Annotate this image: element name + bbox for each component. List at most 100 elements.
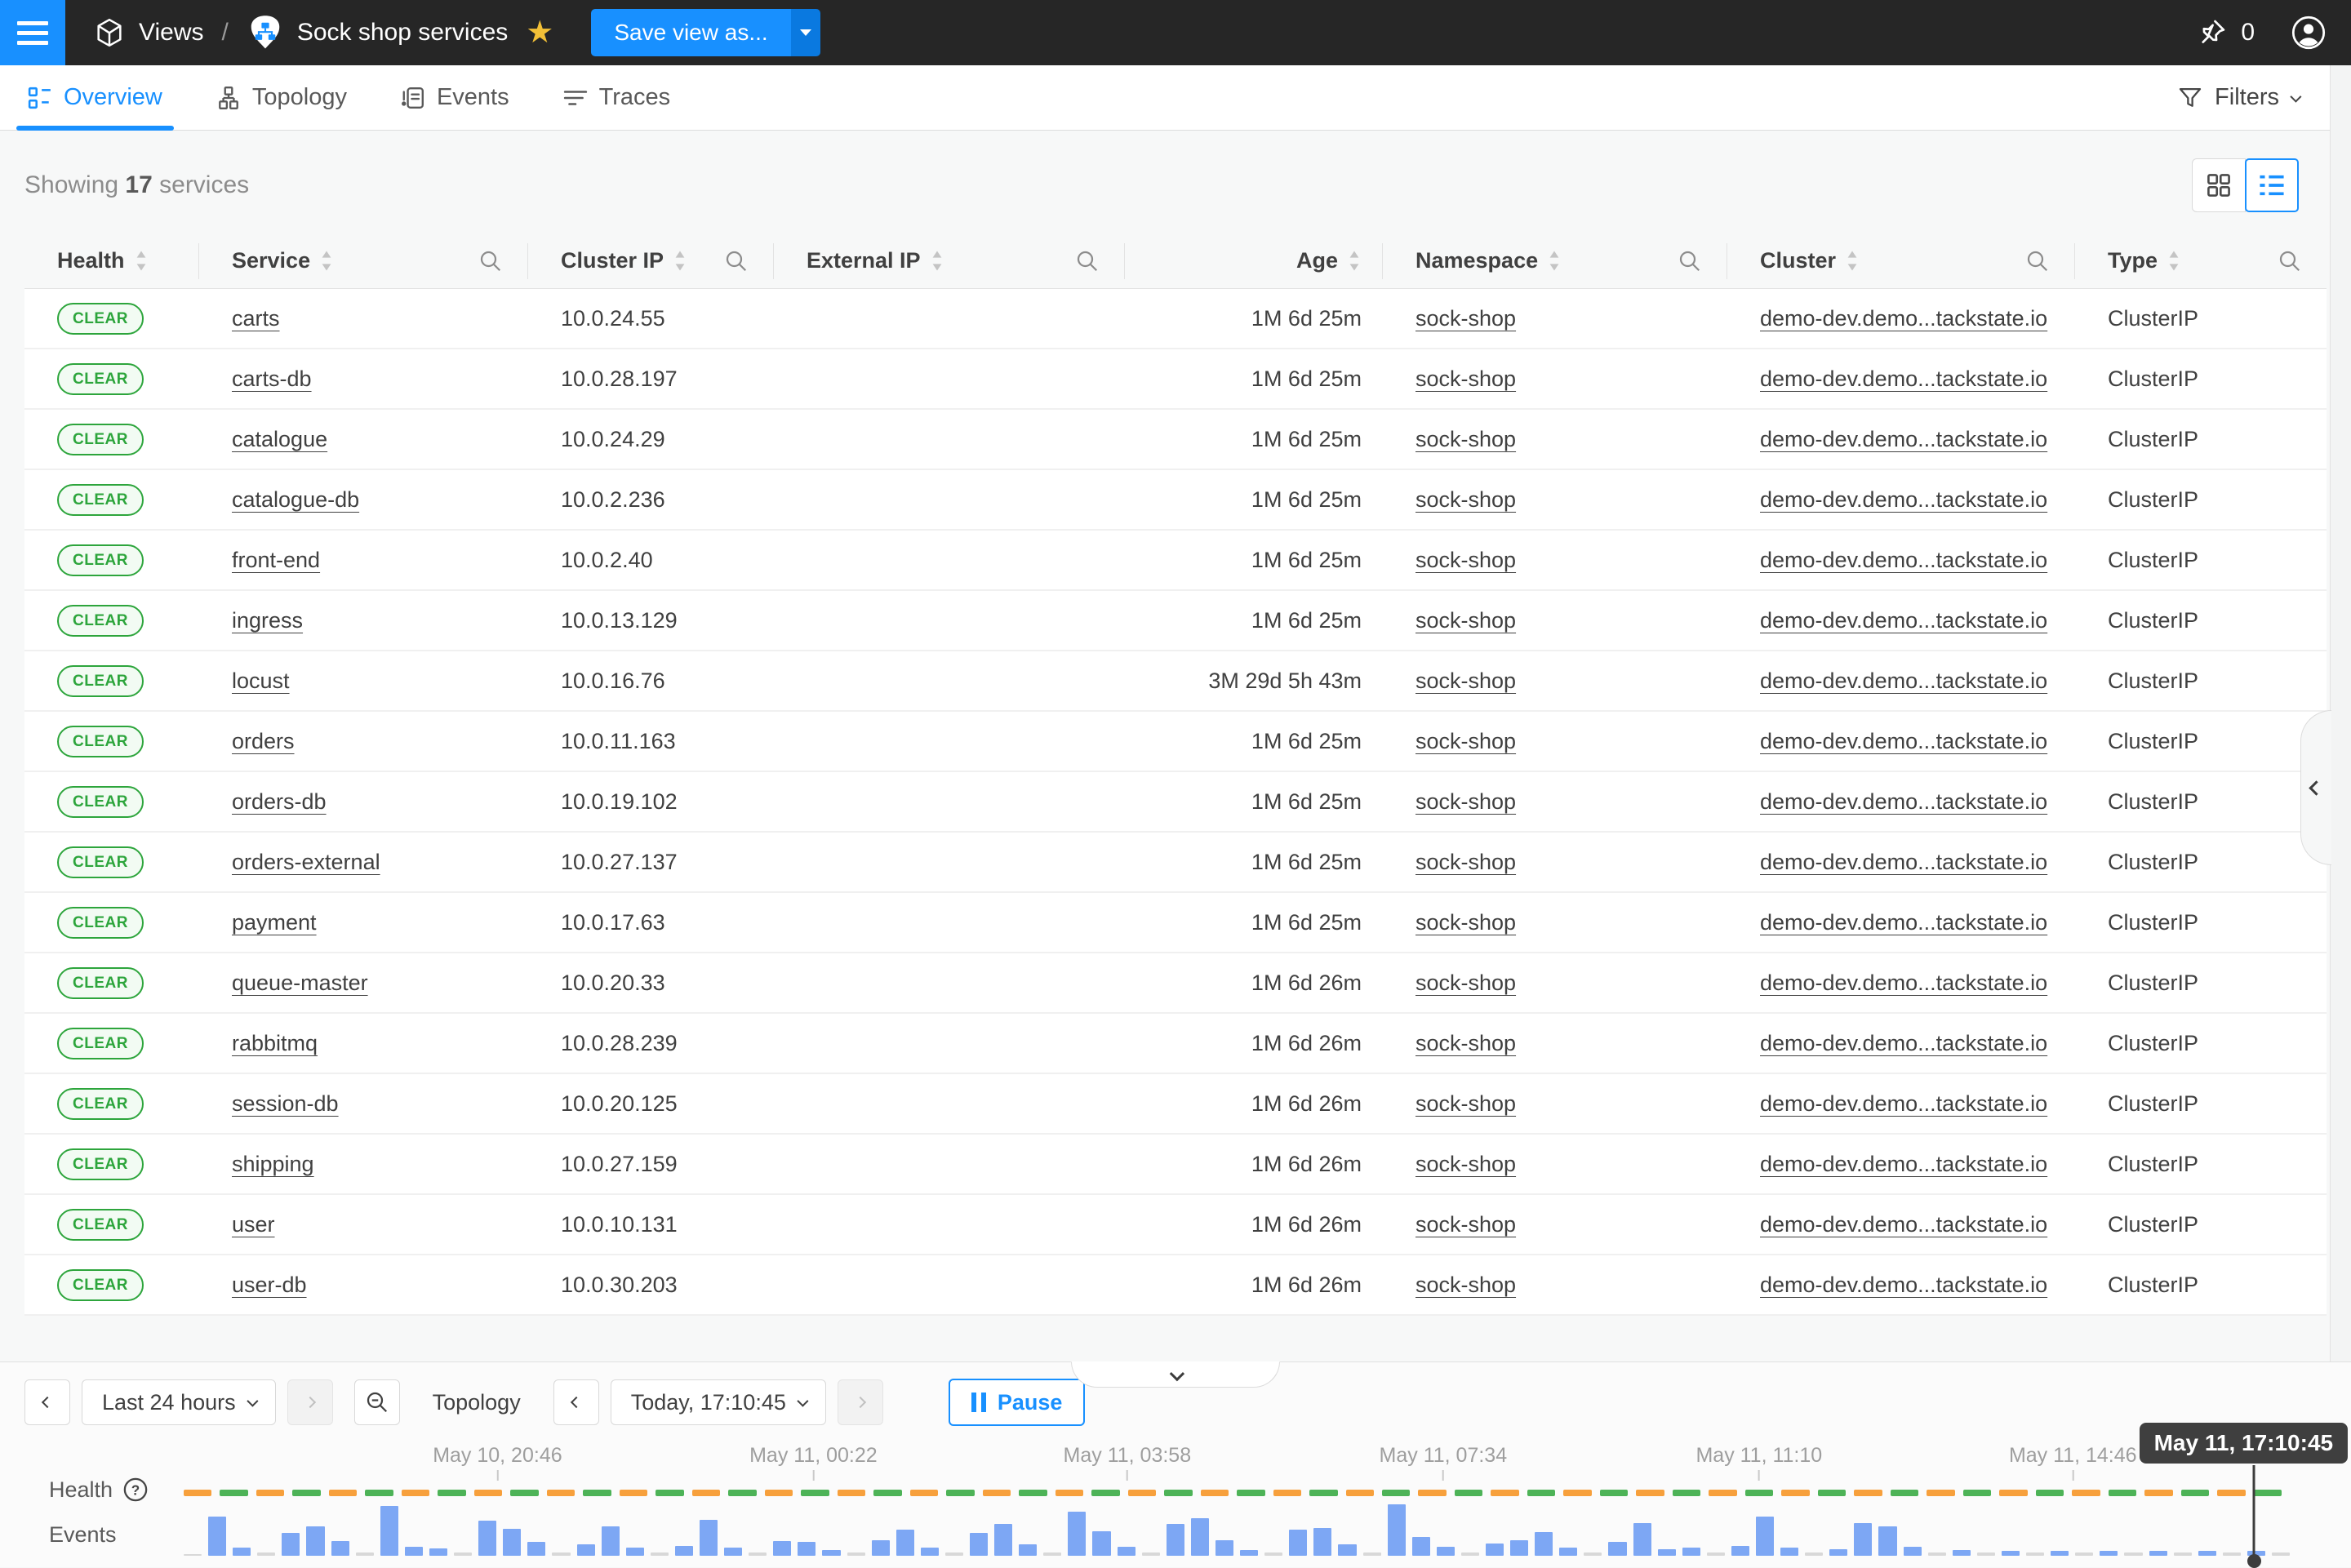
sort-icon[interactable] [664,250,687,272]
cell-namespace-link[interactable]: sock-shop [1415,608,1516,633]
cell-namespace-link[interactable]: sock-shop [1415,1212,1516,1237]
cell-cluster-link[interactable]: demo-dev.demo...tackstate.io [1760,910,2047,935]
cell-namespace-link[interactable]: sock-shop [1415,1031,1516,1055]
cell-service-link[interactable]: session-db [232,1091,339,1116]
sort-icon[interactable] [921,250,944,272]
right-panel-expand-handle[interactable] [2300,710,2331,865]
time-next-button[interactable] [838,1379,883,1425]
cell-cluster-link[interactable]: demo-dev.demo...tackstate.io [1760,427,2047,451]
current-time-dropdown[interactable]: Today, 17:10:45 [611,1379,826,1425]
cell-service-link[interactable]: orders-db [232,789,327,814]
cell-namespace-link[interactable]: sock-shop [1415,306,1516,331]
cell-cluster-link[interactable]: demo-dev.demo...tackstate.io [1760,1031,2047,1055]
cell-cluster-link[interactable]: demo-dev.demo...tackstate.io [1760,789,2047,814]
cell-service-link[interactable]: orders [232,729,295,753]
column-header-type[interactable]: Type [2075,243,2327,279]
cell-service-link[interactable]: payment [232,910,317,935]
tab-topology[interactable]: Topology [213,65,350,131]
column-header-external_ip[interactable]: External IP [774,243,1125,279]
column-header-service[interactable]: Service [199,243,528,279]
cell-cluster-link[interactable]: demo-dev.demo...tackstate.io [1760,366,2047,391]
cell-namespace-link[interactable]: sock-shop [1415,1273,1516,1297]
filters-button[interactable]: Filters [2177,84,2299,111]
search-icon[interactable] [2025,249,2050,273]
cell-cluster-link[interactable]: demo-dev.demo...tackstate.io [1760,608,2047,633]
cell-service-link[interactable]: ingress [232,608,303,633]
cell-service-link[interactable]: rabbitmq [232,1031,318,1055]
range-previous-button[interactable] [24,1379,70,1425]
cell-service-link[interactable]: carts-db [232,366,312,391]
user-avatar-icon[interactable] [2291,15,2327,51]
sort-icon[interactable] [1338,250,1361,272]
cell-namespace-link[interactable]: sock-shop [1415,487,1516,512]
sort-icon[interactable] [1836,250,1859,272]
column-header-cluster_ip[interactable]: Cluster IP [528,243,774,279]
cell-cluster-link[interactable]: demo-dev.demo...tackstate.io [1760,669,2047,693]
time-range-dropdown[interactable]: Last 24 hours [82,1379,276,1425]
sort-icon[interactable] [125,250,148,272]
cell-namespace-link[interactable]: sock-shop [1415,850,1516,874]
sort-icon[interactable] [310,250,333,272]
cell-namespace-link[interactable]: sock-shop [1415,1091,1516,1116]
cell-namespace-link[interactable]: sock-shop [1415,1152,1516,1176]
cell-namespace-link[interactable]: sock-shop [1415,366,1516,391]
table-expand-handle[interactable] [1071,1361,1280,1388]
search-icon[interactable] [1678,249,1702,273]
cell-service-link[interactable]: front-end [232,548,320,572]
cell-cluster-link[interactable]: demo-dev.demo...tackstate.io [1760,1273,2047,1297]
cell-namespace-link[interactable]: sock-shop [1415,789,1516,814]
cell-namespace-link[interactable]: sock-shop [1415,971,1516,995]
search-icon[interactable] [478,249,503,273]
range-next-button[interactable] [287,1379,333,1425]
cell-cluster-link[interactable]: demo-dev.demo...tackstate.io [1760,1152,2047,1176]
cell-cluster-link[interactable]: demo-dev.demo...tackstate.io [1760,1091,2047,1116]
favorite-star-icon[interactable]: ★ [526,17,553,48]
save-view-as-button[interactable]: Save view as... [591,9,790,56]
column-header-age[interactable]: Age [1125,243,1383,279]
sort-icon[interactable] [1538,250,1561,272]
cell-service-link[interactable]: catalogue [232,427,327,451]
pause-button[interactable]: Pause [949,1379,1086,1426]
column-header-namespace[interactable]: Namespace [1383,243,1727,279]
search-icon[interactable] [2278,249,2302,273]
column-header-cluster[interactable]: Cluster [1727,243,2075,279]
cell-cluster-link[interactable]: demo-dev.demo...tackstate.io [1760,548,2047,572]
column-header-health[interactable]: Health [24,243,199,279]
current-time-marker[interactable]: May 11, 17:10:45 [2253,1465,2255,1562]
cell-service-link[interactable]: orders-external [232,850,380,874]
tab-traces[interactable]: Traces [560,65,674,131]
tab-overview[interactable]: Overview [24,65,166,131]
cell-service-link[interactable]: carts [232,306,280,331]
help-question-icon[interactable]: ? [122,1477,149,1503]
sort-icon[interactable] [2158,250,2180,272]
pin-icon[interactable] [2197,17,2228,48]
cell-service-link[interactable]: catalogue-db [232,487,359,512]
cell-service-link[interactable]: user [232,1212,275,1237]
cell-namespace-link[interactable]: sock-shop [1415,427,1516,451]
cell-namespace-link[interactable]: sock-shop [1415,910,1516,935]
cell-cluster-link[interactable]: demo-dev.demo...tackstate.io [1760,850,2047,874]
timeline-chart[interactable]: May 10, 20:46May 11, 00:22May 11, 03:58M… [184,1444,2290,1567]
cell-service-link[interactable]: user-db [232,1273,307,1297]
cell-namespace-link[interactable]: sock-shop [1415,729,1516,753]
zoom-out-button[interactable] [354,1379,400,1425]
cell-service-link[interactable]: shipping [232,1152,314,1176]
cell-cluster-link[interactable]: demo-dev.demo...tackstate.io [1760,306,2047,331]
cell-service-link[interactable]: queue-master [232,971,368,995]
cell-namespace-link[interactable]: sock-shop [1415,548,1516,572]
search-icon[interactable] [1075,249,1100,273]
cell-cluster-link[interactable]: demo-dev.demo...tackstate.io [1760,1212,2047,1237]
search-icon[interactable] [724,249,749,273]
breadcrumb-views[interactable]: Views [139,19,203,47]
grid-view-button[interactable] [2192,158,2246,212]
cell-cluster-link[interactable]: demo-dev.demo...tackstate.io [1760,729,2047,753]
cell-cluster-link[interactable]: demo-dev.demo...tackstate.io [1760,971,2047,995]
cell-namespace-link[interactable]: sock-shop [1415,669,1516,693]
save-view-as-dropdown-button[interactable] [791,9,820,56]
cell-service-link[interactable]: locust [232,669,290,693]
list-view-button[interactable] [2245,158,2299,212]
hamburger-menu-button[interactable] [0,0,65,65]
tab-events[interactable]: Events [398,65,513,131]
time-previous-button[interactable] [553,1379,599,1425]
cell-cluster-link[interactable]: demo-dev.demo...tackstate.io [1760,487,2047,512]
